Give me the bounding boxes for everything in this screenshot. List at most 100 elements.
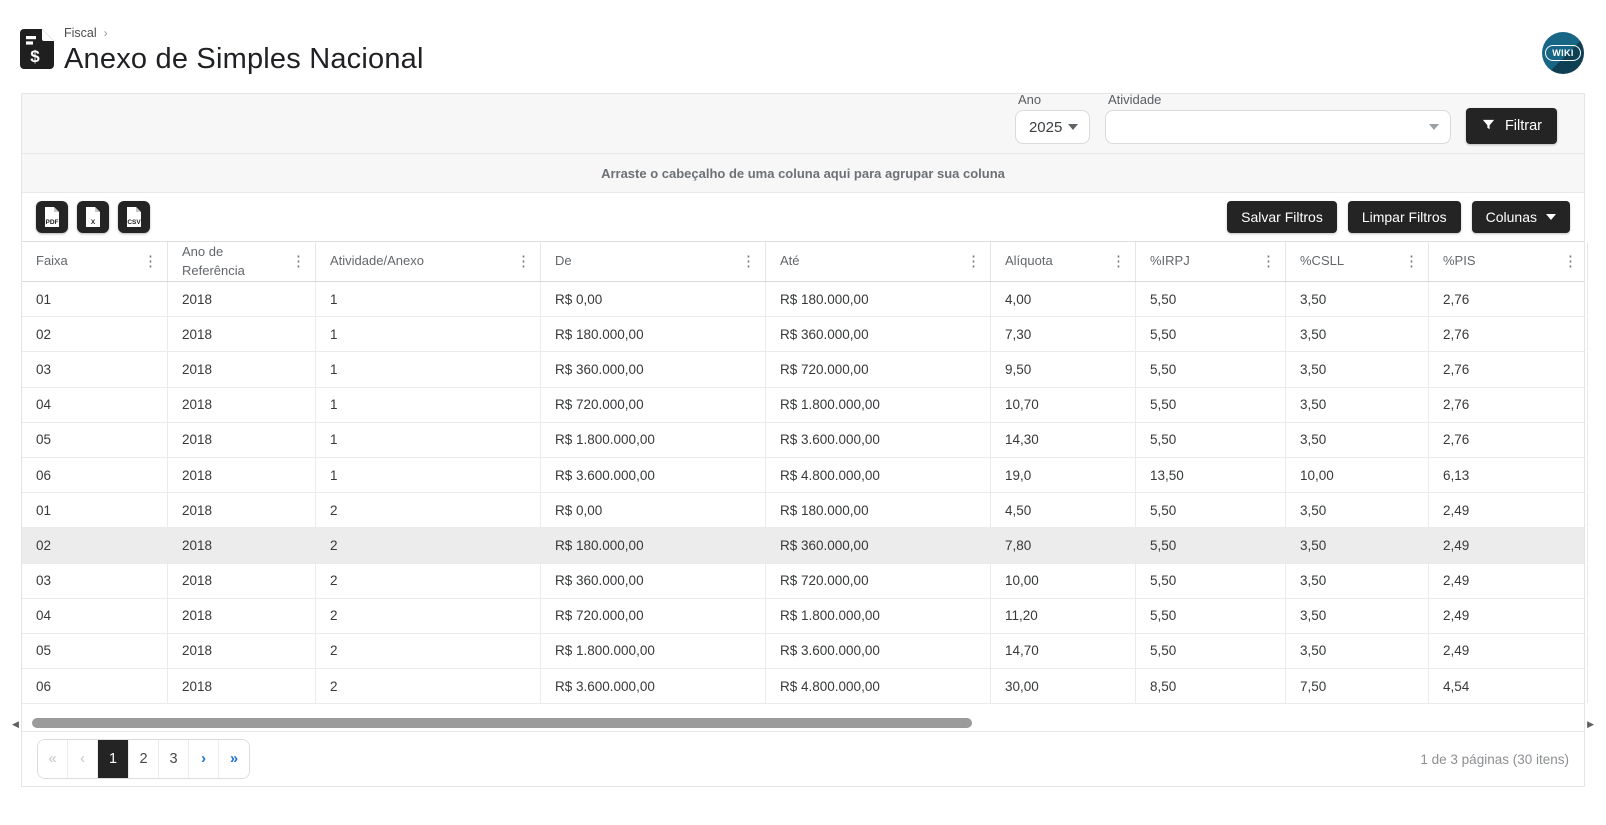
cell-at: R$ 720.000,00 [766, 564, 991, 598]
column-menu-icon[interactable]: ⋮ [516, 251, 531, 273]
cell-atividade-anexo: 2 [316, 669, 541, 703]
scroll-right-arrow-icon[interactable]: ▶ [1587, 720, 1594, 729]
cell-de: R$ 3.600.000,00 [541, 669, 766, 703]
table-row[interactable]: 0320181R$ 360.000,00R$ 720.000,009,505,5… [22, 352, 1584, 387]
cell-at: R$ 360.000,00 [766, 317, 991, 351]
cell-irpj: 5,50 [1136, 423, 1286, 457]
filtrar-button[interactable]: Filtrar [1466, 108, 1557, 144]
column-header-al-quota[interactable]: Alíquota⋮ [991, 242, 1136, 281]
cell-de: R$ 1.800.000,00 [541, 423, 766, 457]
cell-csll: 10,00 [1286, 458, 1429, 492]
column-menu-icon[interactable]: ⋮ [1563, 251, 1578, 273]
export-csv-file-icon: CSV [126, 207, 142, 227]
table-row[interactable]: 0520182R$ 1.800.000,00R$ 3.600.000,0014,… [22, 634, 1584, 669]
column-header-atividade-anexo[interactable]: Atividade/Anexo⋮ [316, 242, 541, 281]
column-menu-icon[interactable]: ⋮ [966, 251, 981, 273]
cell-atividade-anexo: 1 [316, 282, 541, 316]
cell-ano-de-refer-ncia: 2018 [168, 669, 316, 703]
column-label: Faixa [36, 252, 68, 271]
breadcrumb-fiscal-link[interactable]: Fiscal [64, 26, 97, 40]
cell-al-quota: 11,20 [991, 599, 1136, 633]
column-header-de[interactable]: De⋮ [541, 242, 766, 281]
column-group-drop-zone[interactable]: Arraste o cabeçalho de uma coluna aqui p… [22, 154, 1584, 193]
export-pdf-button[interactable]: PDF [36, 201, 68, 233]
cell-ano-de-refer-ncia: 2018 [168, 317, 316, 351]
table-row[interactable]: 0320182R$ 360.000,00R$ 720.000,0010,005,… [22, 564, 1584, 599]
cell-faixa: 03 [22, 352, 168, 386]
column-header-csll[interactable]: %CSLL⋮ [1286, 242, 1429, 281]
table-row[interactable]: 0220181R$ 180.000,00R$ 360.000,007,305,5… [22, 317, 1584, 352]
cell-pis: 2,49 [1429, 599, 1588, 633]
cell-pis: 2,76 [1429, 352, 1588, 386]
cell-csll: 3,50 [1286, 282, 1429, 316]
cell-pis: 2,49 [1429, 634, 1588, 668]
export-csv-button[interactable]: CSV [118, 201, 150, 233]
cell-de: R$ 1.800.000,00 [541, 634, 766, 668]
column-header-at[interactable]: Até⋮ [766, 242, 991, 281]
column-menu-icon[interactable]: ⋮ [741, 251, 756, 273]
cell-atividade-anexo: 2 [316, 564, 541, 598]
ano-field: Ano 2025 [1015, 92, 1090, 144]
column-menu-icon[interactable]: ⋮ [1111, 251, 1126, 273]
cell-pis: 2,76 [1429, 317, 1588, 351]
table-row[interactable]: 0620182R$ 3.600.000,00R$ 4.800.000,0030,… [22, 669, 1584, 704]
colunas-button[interactable]: Colunas [1472, 201, 1570, 233]
cell-al-quota: 14,70 [991, 634, 1136, 668]
cell-csll: 3,50 [1286, 528, 1429, 562]
scrollbar-thumb[interactable] [32, 718, 972, 728]
column-header-faixa[interactable]: Faixa ⋮ [22, 242, 168, 281]
wiki-button[interactable]: WIKI [1542, 32, 1584, 74]
salvar-filtros-button[interactable]: Salvar Filtros [1227, 201, 1337, 233]
cell-al-quota: 19,0 [991, 458, 1136, 492]
atividade-field: Atividade [1105, 92, 1451, 144]
cell-csll: 3,50 [1286, 388, 1429, 422]
column-header-irpj[interactable]: %IRPJ⋮ [1136, 242, 1286, 281]
svg-text:$: $ [30, 47, 40, 66]
column-menu-icon[interactable]: ⋮ [291, 251, 306, 273]
cell-atividade-anexo: 1 [316, 388, 541, 422]
first-page-button: « [38, 740, 68, 778]
last-page-button[interactable]: » [219, 740, 249, 778]
next-page-button[interactable]: › [189, 740, 219, 778]
cell-al-quota: 10,00 [991, 564, 1136, 598]
column-menu-icon[interactable]: ⋮ [143, 251, 158, 273]
cell-al-quota: 10,70 [991, 388, 1136, 422]
table-row[interactable]: 0220182R$ 180.000,00R$ 360.000,007,805,5… [22, 528, 1584, 563]
cell-de: R$ 180.000,00 [541, 528, 766, 562]
page-3-button[interactable]: 3 [159, 740, 189, 778]
cell-ano-de-refer-ncia: 2018 [168, 352, 316, 386]
cell-faixa: 03 [22, 564, 168, 598]
table-row[interactable]: 0420181R$ 720.000,00R$ 1.800.000,0010,70… [22, 388, 1584, 423]
pagination-bar: «‹123›» 1 de 3 páginas (30 itens) [22, 731, 1584, 786]
cell-at: R$ 1.800.000,00 [766, 388, 991, 422]
page-1-button[interactable]: 1 [98, 740, 129, 778]
cell-atividade-anexo: 1 [316, 352, 541, 386]
page-2-button[interactable]: 2 [129, 740, 159, 778]
cell-de: R$ 360.000,00 [541, 564, 766, 598]
column-menu-icon[interactable]: ⋮ [1261, 251, 1276, 273]
cell-csll: 3,50 [1286, 493, 1429, 527]
cell-csll: 3,50 [1286, 423, 1429, 457]
ano-select[interactable]: 2025 [1015, 110, 1090, 144]
data-grid-panel: Ano 2025 Atividade Filtrar Arraste o cab… [21, 93, 1585, 787]
pager: «‹123›» [37, 739, 250, 779]
horizontal-scrollbar[interactable]: ◀ ▶ [7, 704, 1599, 731]
table-row[interactable]: 0620181R$ 3.600.000,00R$ 4.800.000,0019,… [22, 458, 1584, 493]
column-header-ano-de-refer-ncia[interactable]: Ano de Referência⋮ [168, 242, 316, 281]
cell-pis: 4,54 [1429, 669, 1588, 703]
cell-at: R$ 180.000,00 [766, 493, 991, 527]
atividade-select[interactable] [1105, 110, 1451, 144]
column-header-pis[interactable]: %PIS⋮ [1429, 242, 1588, 281]
column-menu-icon[interactable]: ⋮ [1404, 251, 1419, 273]
table-row[interactable]: 0520181R$ 1.800.000,00R$ 3.600.000,0014,… [22, 423, 1584, 458]
export-xls-button[interactable]: X [77, 201, 109, 233]
table-row[interactable]: 0420182R$ 720.000,00R$ 1.800.000,0011,20… [22, 599, 1584, 634]
scroll-left-arrow-icon[interactable]: ◀ [12, 720, 19, 729]
cell-ano-de-refer-ncia: 2018 [168, 388, 316, 422]
table-row[interactable]: 0120181R$ 0,00R$ 180.000,004,005,503,502… [22, 282, 1584, 317]
limpar-filtros-button[interactable]: Limpar Filtros [1348, 201, 1461, 233]
table-row[interactable]: 0120182R$ 0,00R$ 180.000,004,505,503,502… [22, 493, 1584, 528]
cell-irpj: 5,50 [1136, 317, 1286, 351]
table-body: 0120181R$ 0,00R$ 180.000,004,005,503,502… [22, 282, 1584, 704]
breadcrumb-separator: › [104, 26, 108, 40]
